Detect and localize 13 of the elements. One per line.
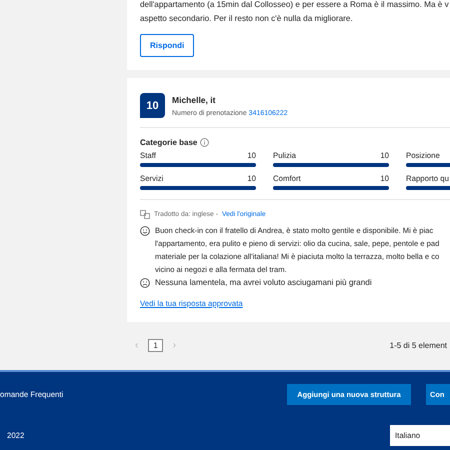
score-badge: 10 bbox=[140, 93, 165, 118]
guest-name: Michelle, it bbox=[172, 94, 216, 104]
item-count: 1-5 di 5 element bbox=[390, 341, 447, 350]
frown-icon bbox=[140, 278, 150, 288]
categories-title: Categorie base bbox=[140, 138, 198, 147]
review-text: aspetto secondario. Per il resto non c'è nulla da migliorare. bbox=[140, 12, 354, 25]
translate-icon bbox=[140, 210, 150, 219]
page-button[interactable]: 1 bbox=[148, 339, 163, 352]
reply-button[interactable]: Rispondi bbox=[140, 34, 194, 57]
review-text: dell'appartamento (a 15min dal Collosseo) e per essere a Roma è il massimo. Ma è v bbox=[140, 0, 450, 11]
smiley-icon bbox=[140, 226, 150, 236]
negative-comment: Nessuna lamentela, ma avrei voluto asciugamani più grandi bbox=[155, 277, 372, 289]
info-icon[interactable] bbox=[200, 138, 210, 147]
